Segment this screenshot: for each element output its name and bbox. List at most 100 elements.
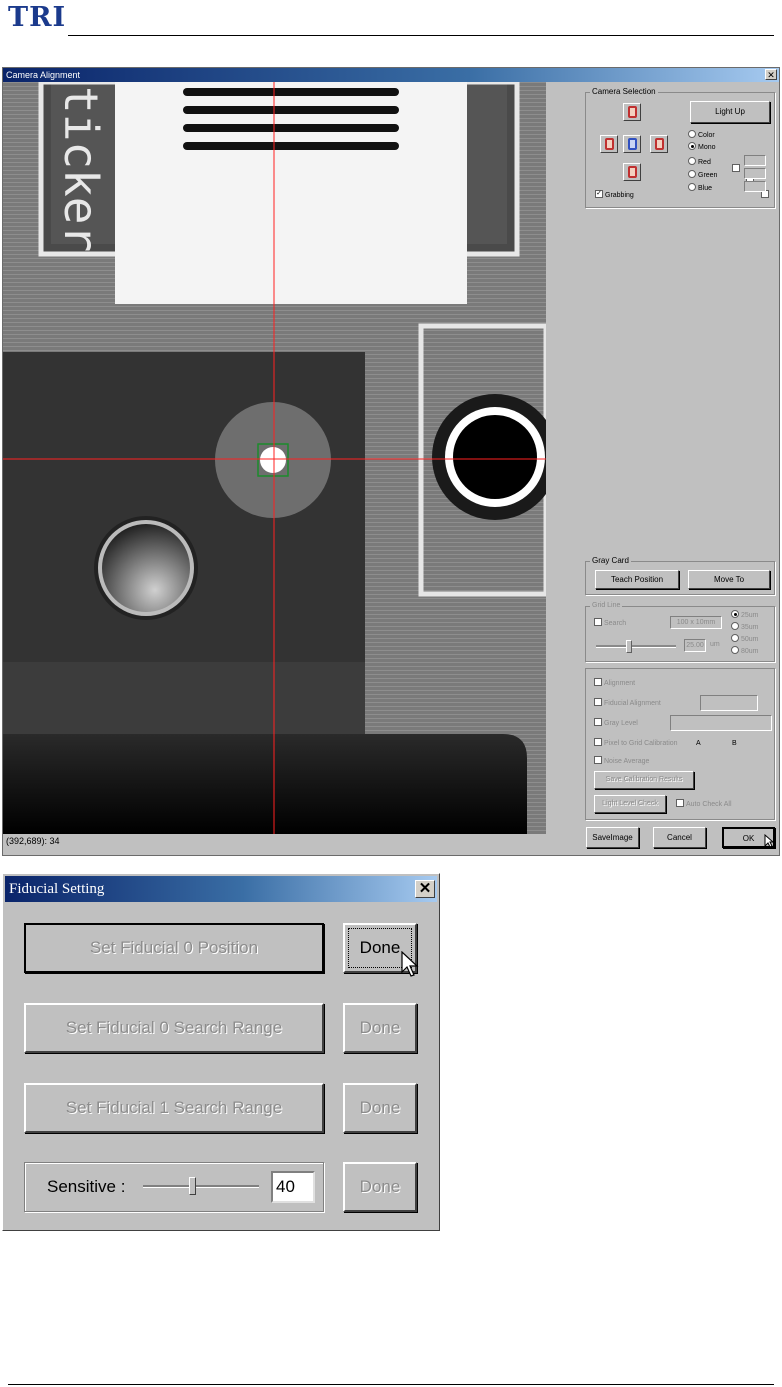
fiducial-dialog-close-button[interactable]: ✕ xyxy=(415,880,435,898)
green-channel-label: Green xyxy=(698,171,718,179)
radio-icon xyxy=(688,183,696,191)
camera-window-close-button[interactable]: ✕ xyxy=(765,69,777,80)
camera-icon xyxy=(654,138,664,150)
alignment-label: Alignment xyxy=(604,679,636,687)
light-up-button[interactable]: Light Up xyxy=(690,101,770,123)
gray-level-label: Gray Level xyxy=(604,719,638,727)
camera-icon-selected xyxy=(627,138,637,150)
camera-image: ticker xyxy=(3,82,546,834)
size-radio-4[interactable]: 80um xyxy=(731,646,759,655)
light-level-check-button[interactable]: Light Level Check xyxy=(594,795,666,813)
size-radio-label: 80um xyxy=(741,647,759,655)
noise-average-label: Noise Average xyxy=(604,757,650,765)
slider-unit: um xyxy=(710,641,720,648)
search-checkbox[interactable]: Search xyxy=(594,618,627,627)
grid-line-group: Grid Line Search 100 x 10mm 25.00 um 25u… xyxy=(585,602,775,662)
auto-check-label: Auto Check All xyxy=(686,800,732,808)
teach-position-button[interactable]: Teach Position xyxy=(595,570,679,589)
checkbox-icon xyxy=(594,718,602,726)
save-image-button[interactable]: SaveImage xyxy=(586,827,639,848)
grabbing-checkbox[interactable]: ✓ Grabbing xyxy=(595,190,634,199)
radio-icon xyxy=(688,130,696,138)
auto-check-checkbox[interactable]: Auto Check All xyxy=(676,799,732,808)
size-radio-label: 50um xyxy=(741,635,759,643)
blue-channel-radio[interactable]: Blue xyxy=(688,183,713,192)
done-button-fiducial-1-search-range[interactable]: Done xyxy=(343,1083,417,1133)
checkbox-icon xyxy=(594,738,602,746)
search-label: Search xyxy=(604,619,627,627)
camera-top-button[interactable] xyxy=(623,103,641,121)
mono-radio[interactable]: Mono xyxy=(688,142,716,151)
sensitive-group: Sensitive : 40 xyxy=(24,1162,324,1212)
pixel-grid-checkbox[interactable]: Pixel to Grid Calibration xyxy=(594,738,678,747)
header-rule xyxy=(68,35,774,36)
camera-right-button[interactable] xyxy=(650,135,668,153)
pixel-status-readout: (392,689): 34 xyxy=(6,836,60,846)
red-channel-check[interactable] xyxy=(732,163,740,172)
gray-level-field[interactable] xyxy=(670,715,772,731)
mono-radio-label: Mono xyxy=(698,143,716,151)
cancel-button[interactable]: Cancel xyxy=(653,827,706,848)
footer-rule xyxy=(8,1384,774,1385)
green-channel-value[interactable] xyxy=(744,168,766,179)
camera-alignment-window: Camera Alignment ✕ ticker (392,689): 34 … xyxy=(2,67,780,856)
camera-selection-label: Camera Selection xyxy=(590,87,658,96)
grid-line-label: Grid Line xyxy=(590,602,623,609)
size-radio-label: 25um xyxy=(741,611,759,619)
fiducial-alignment-label: Fiducial Alignment xyxy=(604,699,661,707)
camera-icon xyxy=(604,138,614,150)
camera-bottom-button[interactable] xyxy=(623,163,641,181)
check-icon: ✓ xyxy=(595,190,603,198)
grid-slider-track[interactable] xyxy=(596,645,676,648)
grid-slider-thumb[interactable] xyxy=(626,640,632,653)
camera-icon xyxy=(627,106,637,118)
noise-average-checkbox[interactable]: Noise Average xyxy=(594,756,650,765)
column-a-label: A xyxy=(696,740,701,747)
fiducial-setting-dialog: Fiducial Setting ✕ Set Fiducial 0 Positi… xyxy=(2,873,440,1231)
size-radio-1[interactable]: 25um xyxy=(731,610,759,619)
size-radio-2[interactable]: 35um xyxy=(731,622,759,631)
radio-icon xyxy=(731,634,739,642)
range-field[interactable]: 100 x 10mm xyxy=(670,616,722,629)
blue-channel-value[interactable] xyxy=(744,181,766,192)
fiducial-alignment-checkbox[interactable]: Fiducial Alignment xyxy=(594,698,661,707)
sensitive-slider-track[interactable] xyxy=(143,1185,259,1188)
camera-center-button[interactable] xyxy=(623,135,641,153)
done-button-sensitive[interactable]: Done xyxy=(343,1162,417,1212)
red-channel-value[interactable] xyxy=(744,155,766,166)
alignment-checkbox[interactable]: Alignment xyxy=(594,678,636,687)
red-channel-label: Red xyxy=(698,158,711,166)
set-fiducial-0-search-range-button[interactable]: Set Fiducial 0 Search Range xyxy=(24,1003,324,1053)
sticker-text: ticker xyxy=(54,86,108,252)
move-to-button[interactable]: Move To xyxy=(688,570,770,589)
sensitive-label: Sensitive : xyxy=(47,1177,126,1196)
blue-channel-label: Blue xyxy=(698,184,713,192)
calibration-options-group: Alignment Fiducial Alignment Gray Level … xyxy=(585,668,775,820)
camera-view[interactable]: ticker xyxy=(3,82,546,834)
radio-selected-icon xyxy=(731,610,739,618)
size-radio-3[interactable]: 50um xyxy=(731,634,759,643)
checkbox-icon xyxy=(594,618,602,626)
radio-icon xyxy=(731,646,739,654)
checkbox-icon xyxy=(594,678,602,686)
fiducial-alignment-field[interactable] xyxy=(700,695,758,711)
color-radio-label: Color xyxy=(698,131,715,139)
mouse-cursor-icon xyxy=(401,951,419,977)
pixel-grid-label: Pixel to Grid Calibration xyxy=(604,739,678,747)
sensitive-value-input[interactable]: 40 xyxy=(271,1171,315,1203)
gray-card-group: Gray Card Teach Position Move To xyxy=(585,556,775,595)
camera-left-button[interactable] xyxy=(600,135,618,153)
gray-level-checkbox[interactable]: Gray Level xyxy=(594,718,638,727)
radio-selected-icon xyxy=(688,142,696,150)
set-fiducial-1-search-range-button[interactable]: Set Fiducial 1 Search Range xyxy=(24,1083,324,1133)
green-channel-radio[interactable]: Green xyxy=(688,170,718,179)
company-logo: TRI xyxy=(8,2,67,33)
save-calibration-button[interactable]: Save Calibration Results xyxy=(594,771,694,789)
sensitive-slider-thumb[interactable] xyxy=(188,1177,196,1195)
fiducial-dialog-title: Fiducial Setting xyxy=(5,876,437,902)
red-channel-radio[interactable]: Red xyxy=(688,157,711,166)
done-button-fiducial-0-search-range[interactable]: Done xyxy=(343,1003,417,1053)
set-fiducial-0-position-button[interactable]: Set Fiducial 0 Position xyxy=(24,923,324,973)
color-radio[interactable]: Color xyxy=(688,130,715,139)
slider-value-field[interactable]: 25.00 xyxy=(684,639,706,652)
